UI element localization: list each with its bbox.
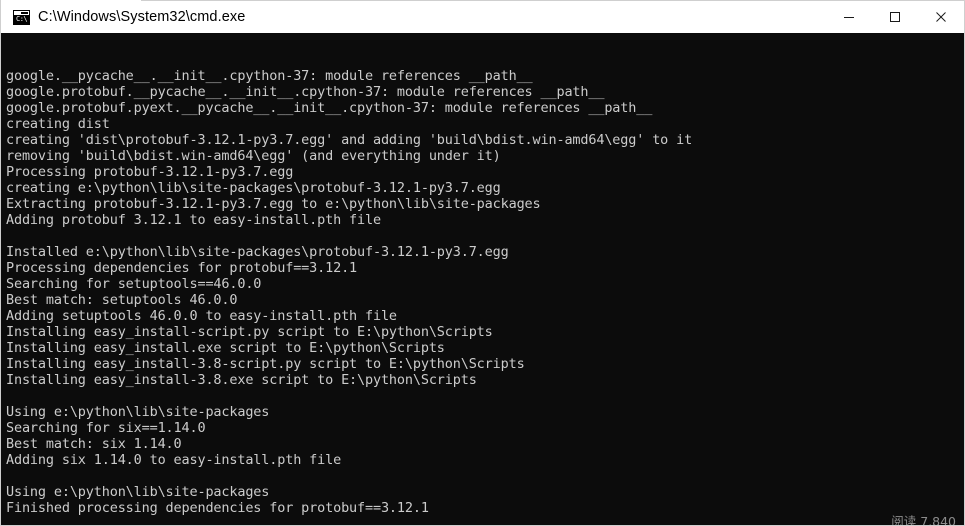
- cmd-icon-titlebar-strip: [14, 10, 29, 15]
- minimize-icon: [844, 17, 854, 18]
- console-line: Installing easy_install-script.py script…: [6, 324, 493, 340]
- console-line: Adding six 1.14.0 to easy-install.pth fi…: [6, 452, 342, 468]
- console-line: Searching for six==1.14.0: [6, 420, 206, 436]
- console-line: Best match: six 1.14.0: [6, 436, 182, 452]
- console-line: Processing dependencies for protobuf==3.…: [6, 260, 358, 276]
- console-line: Searching for setuptools==46.0.0: [6, 276, 262, 292]
- cmd-icon: C:\: [13, 9, 30, 25]
- console-line: removing 'build\bdist.win-amd64\egg' (an…: [6, 148, 501, 164]
- console-line: google.protobuf.pyext.__pycache__.__init…: [6, 100, 653, 116]
- cmd-icon-prompt-text: C:\: [16, 14, 28, 23]
- console-line: Using e:\python\lib\site-packages: [6, 404, 270, 420]
- console-line: Installed e:\python\lib\site-packages\pr…: [6, 244, 509, 260]
- console-line: Finished processing dependencies for pro…: [6, 500, 429, 516]
- console-line: Adding setuptools 46.0.0 to easy-install…: [6, 308, 397, 324]
- console-line: google.__pycache__.__init__.cpython-37: …: [6, 68, 533, 84]
- close-button[interactable]: [918, 1, 964, 33]
- console-line: creating dist: [6, 116, 110, 132]
- console-line: Adding protobuf 3.12.1 to easy-install.p…: [6, 212, 381, 228]
- window-controls: [826, 1, 964, 33]
- console-line: Installing easy_install-3.8.exe script t…: [6, 372, 477, 388]
- console-text: google.__pycache__.__init__.cpython-37: …: [6, 36, 964, 525]
- console-line: Processing protobuf-3.12.1-py3.7.egg: [6, 164, 294, 180]
- maximize-button[interactable]: [872, 1, 918, 33]
- console-line: creating e:\python\lib\site-packages\pro…: [6, 180, 501, 196]
- title-bar-left: C:\ C:\Windows\System32\cmd.exe: [1, 9, 826, 25]
- minimize-button[interactable]: [826, 1, 872, 33]
- maximize-icon: [890, 12, 900, 22]
- console-line: Extracting protobuf-3.12.1-py3.7.egg to …: [6, 196, 541, 212]
- console-output-area[interactable]: google.__pycache__.__init__.cpython-37: …: [0, 33, 965, 526]
- console-line: Best match: setuptools 46.0.0: [6, 292, 238, 308]
- console-line: google.protobuf.__pycache__.__init__.cpy…: [6, 84, 605, 100]
- console-line: creating 'dist\protobuf-3.12.1-py3.7.egg…: [6, 132, 693, 148]
- cmd-window: C:\ C:\Windows\System32\cmd.exe google._…: [0, 0, 965, 526]
- console-line: Installing easy_install.exe script to E:…: [6, 340, 445, 356]
- close-icon: [936, 12, 946, 22]
- console-line: Installing easy_install-3.8-script.py sc…: [6, 356, 525, 372]
- console-line-list: google.__pycache__.__init__.cpython-37: …: [6, 68, 964, 525]
- console-line: Using e:\python\lib\site-packages: [6, 484, 270, 500]
- title-bar[interactable]: C:\ C:\Windows\System32\cmd.exe: [0, 0, 965, 33]
- window-title: C:\Windows\System32\cmd.exe: [38, 9, 246, 25]
